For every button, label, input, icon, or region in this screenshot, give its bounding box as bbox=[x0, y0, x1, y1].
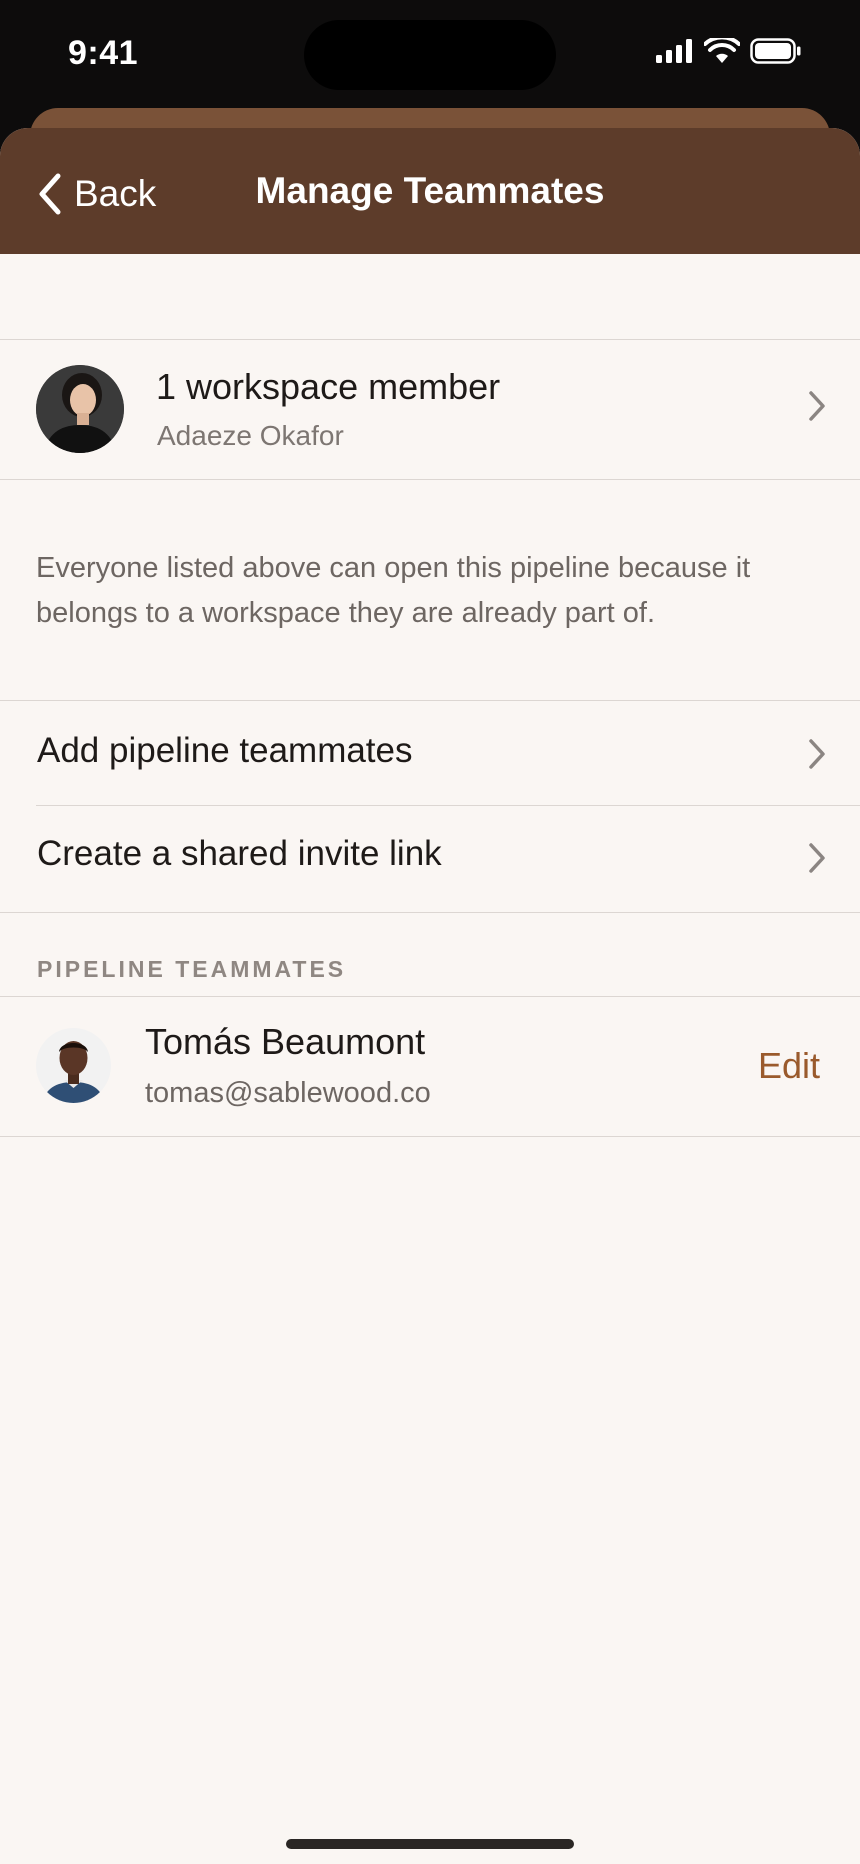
workspace-members-row[interactable]: 1 workspace member Adaeze Okafor bbox=[0, 340, 860, 478]
chevron-right-icon bbox=[809, 739, 825, 769]
edit-teammate-button[interactable]: Edit bbox=[758, 1045, 820, 1087]
status-icons bbox=[656, 38, 802, 64]
avatar bbox=[36, 1028, 111, 1103]
navigation-bar: Back Manage Teammates bbox=[0, 128, 860, 254]
battery-icon bbox=[750, 38, 801, 64]
pipeline-teammates-header: PIPELINE TEAMMATES bbox=[37, 956, 347, 982]
wifi-icon bbox=[704, 38, 740, 63]
workspace-members-group: 1 workspace member Adaeze Okafor bbox=[0, 339, 860, 480]
chevron-right-icon bbox=[809, 391, 825, 421]
workspace-access-footnote: Everyone listed above can open this pipe… bbox=[36, 552, 751, 629]
workspace-members-title: 1 workspace member bbox=[156, 366, 501, 407]
status-time: 9:41 bbox=[68, 34, 139, 72]
actions-group: Add pipeline teammates Create a shared i… bbox=[0, 700, 860, 913]
page-title: Manage Teammates bbox=[255, 170, 605, 211]
cellular-signal-icon bbox=[656, 39, 692, 63]
workspace-member-avatar-image bbox=[36, 365, 124, 453]
teammate-email: tomas@sablewood.co bbox=[145, 1077, 431, 1109]
teammate-name: Tomás Beaumont bbox=[145, 1021, 426, 1062]
home-indicator bbox=[286, 1839, 574, 1849]
manage-teammates-sheet: Back Manage Teammates 1 workspace member… bbox=[0, 128, 860, 1864]
avatar bbox=[36, 365, 124, 453]
dynamic-island bbox=[304, 20, 556, 90]
chevron-right-icon bbox=[809, 843, 825, 873]
status-bar: 9:41 bbox=[0, 0, 860, 110]
create-invite-link-row[interactable]: Create a shared invite link bbox=[0, 806, 860, 911]
create-invite-link-label: Create a shared invite link bbox=[37, 834, 442, 873]
teammate-avatar-image bbox=[36, 1028, 111, 1103]
teammate-row: Tomás Beaumont tomas@sablewood.co Edit bbox=[0, 997, 860, 1135]
add-pipeline-teammates-row[interactable]: Add pipeline teammates bbox=[0, 701, 860, 806]
pipeline-teammates-group: Tomás Beaumont tomas@sablewood.co Edit bbox=[0, 996, 860, 1137]
workspace-members-subtitle: Adaeze Okafor bbox=[157, 420, 344, 451]
add-pipeline-teammates-label: Add pipeline teammates bbox=[37, 731, 413, 770]
